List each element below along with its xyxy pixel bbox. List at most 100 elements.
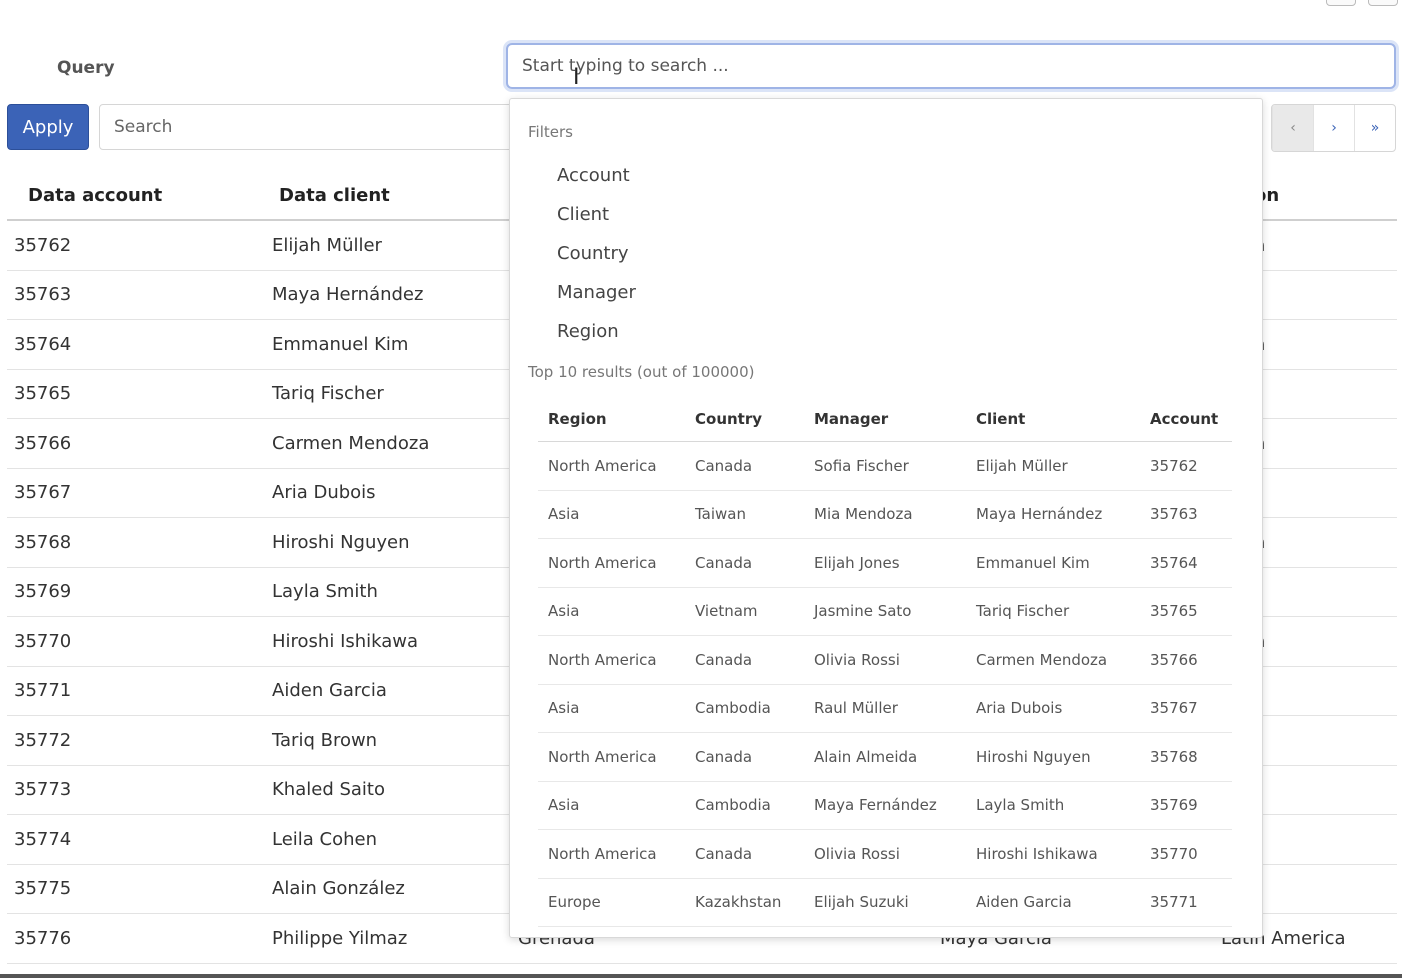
table-cell: Emmanuel Kim <box>258 319 511 370</box>
table-cell: Hiroshi Ishikawa <box>258 616 511 667</box>
result-cell: Cambodia <box>685 684 804 733</box>
result-cell: 35766 <box>1140 635 1232 685</box>
table-cell: 35771 <box>7 666 258 716</box>
result-cell: Carmen Mendoza <box>966 635 1140 685</box>
result-cell: Maya Fernández <box>804 781 966 830</box>
result-cell: 35764 <box>1140 538 1232 588</box>
result-cell: Aiden Garcia <box>966 878 1140 927</box>
result-cell: Taiwan <box>685 490 804 539</box>
result-cell: Raul Müller <box>804 684 966 733</box>
result-cell: Asia <box>538 781 685 830</box>
last-page-button[interactable]: » <box>1354 105 1395 151</box>
result-cell: North America <box>538 635 685 685</box>
result-cell: Maya Hernández <box>966 490 1140 539</box>
result-cell: Elijah Jones <box>804 538 966 588</box>
table-cell: Layla Smith <box>258 567 511 617</box>
window-button[interactable] <box>1368 0 1398 6</box>
result-row[interactable]: North America Canada Alain Almeida Hiroshi … <box>538 732 1232 782</box>
result-cell: Asia <box>538 490 685 539</box>
result-cell: Europe <box>538 878 685 927</box>
table-cell: 35769 <box>7 567 258 617</box>
result-cell: Hiroshi Nguyen <box>966 732 1140 782</box>
window-controls <box>1326 0 1398 6</box>
result-cell: North America <box>538 829 685 879</box>
result-cell: Canada <box>685 829 804 879</box>
result-cell: Olivia Rossi <box>804 635 966 685</box>
result-cell: Alain Almeida <box>804 732 966 782</box>
result-cell: 35769 <box>1140 781 1232 830</box>
table-cell: Khaled Saito <box>258 765 511 815</box>
result-row[interactable]: North America Canada Olivia Rossi Hiroshi I… <box>538 829 1232 879</box>
result-row[interactable]: North America Canada Elijah Jones Emmanuel … <box>538 538 1232 588</box>
table-cell: Aiden Garcia <box>258 666 511 716</box>
table-cell: 35763 <box>7 270 258 320</box>
result-cell: 35771 <box>1140 878 1232 927</box>
search-input[interactable] <box>99 104 519 150</box>
result-cell: 35770 <box>1140 829 1232 879</box>
result-cell: 35767 <box>1140 684 1232 733</box>
bottom-border <box>0 974 1402 978</box>
apply-button[interactable]: Apply <box>7 104 89 150</box>
result-row[interactable]: Asia Vietnam Jasmine Sato Tariq Fischer 3576… <box>538 587 1232 636</box>
filter-item-account[interactable]: Account <box>557 161 636 200</box>
result-row[interactable]: Europe Kazakhstan Elijah Suzuki Aiden Garci… <box>538 878 1232 927</box>
query-input[interactable] <box>506 43 1396 89</box>
result-cell: Emmanuel Kim <box>966 538 1140 588</box>
table-cell: Hiroshi Nguyen <box>258 517 511 568</box>
result-cell: Elijah Suzuki <box>804 878 966 927</box>
table-cell: 35770 <box>7 616 258 667</box>
result-cell: Jasmine Sato <box>804 587 966 636</box>
filter-item-manager[interactable]: Manager <box>557 278 636 317</box>
filters-title: Filters <box>528 123 573 141</box>
table-cell: 35774 <box>7 814 258 865</box>
column-header-account[interactable]: Data account <box>7 171 258 221</box>
pagination: ‹ › » <box>1271 104 1396 152</box>
filter-item-region[interactable]: Region <box>557 317 636 356</box>
result-row[interactable]: Asia Cambodia Maya Fernández Layla Smith 357… <box>538 781 1232 830</box>
table-cell: 35776 <box>7 913 258 964</box>
column-header-client[interactable]: Data client <box>258 171 511 221</box>
filter-item-country[interactable]: Country <box>557 239 636 278</box>
result-cell: Kazakhstan <box>685 878 804 927</box>
result-row[interactable]: Asia Taiwan Mia Mendoza Maya Hernández 35763 <box>538 490 1232 539</box>
text-cursor-icon: I <box>573 65 580 90</box>
table-cell: Philippe Yilmaz <box>258 913 511 964</box>
result-cell: Sofia Fischer <box>804 441 966 491</box>
result-cell: Cambodia <box>685 781 804 830</box>
table-cell: 35773 <box>7 765 258 815</box>
prev-page-button[interactable]: ‹ <box>1272 105 1313 151</box>
results-header-client: Client <box>966 397 1140 442</box>
result-cell: Aria Dubois <box>966 684 1140 733</box>
table-cell: Tariq Brown <box>258 715 511 766</box>
result-cell: North America <box>538 441 685 491</box>
result-cell: Asia <box>538 684 685 733</box>
result-cell: Tariq Fischer <box>966 587 1140 636</box>
table-cell: 35768 <box>7 517 258 568</box>
result-cell: 35763 <box>1140 490 1232 539</box>
result-cell: 35768 <box>1140 732 1232 782</box>
table-cell: Leila Cohen <box>258 814 511 865</box>
window-button[interactable] <box>1326 0 1356 6</box>
result-cell: Asia <box>538 587 685 636</box>
result-cell: Canada <box>685 441 804 491</box>
result-cell: Layla Smith <box>966 781 1140 830</box>
filter-list: Account Client Country Manager Region <box>557 161 636 356</box>
result-cell: Canada <box>685 635 804 685</box>
result-row[interactable]: North America Canada Olivia Rossi Carmen Me… <box>538 635 1232 685</box>
result-cell: 35765 <box>1140 587 1232 636</box>
table-cell: 35765 <box>7 369 258 419</box>
results-header-region: Region <box>538 397 685 442</box>
table-cell: Carmen Mendoza <box>258 418 511 469</box>
result-row[interactable]: North America Canada Sofia Fischer Elijah M… <box>538 441 1232 491</box>
result-cell: Mia Mendoza <box>804 490 966 539</box>
query-label: Query <box>57 58 115 78</box>
result-cell: Elijah Müller <box>966 441 1140 491</box>
filter-item-client[interactable]: Client <box>557 200 636 239</box>
results-header-row: Region Country Manager Client Account <box>538 397 1232 442</box>
results-table: Region Country Manager Client Account No… <box>538 397 1232 927</box>
table-cell: 35764 <box>7 319 258 370</box>
result-row[interactable]: Asia Cambodia Raul Müller Aria Dubois 35767 <box>538 684 1232 733</box>
result-cell: Canada <box>685 538 804 588</box>
result-cell: Canada <box>685 732 804 782</box>
next-page-button[interactable]: › <box>1313 105 1354 151</box>
